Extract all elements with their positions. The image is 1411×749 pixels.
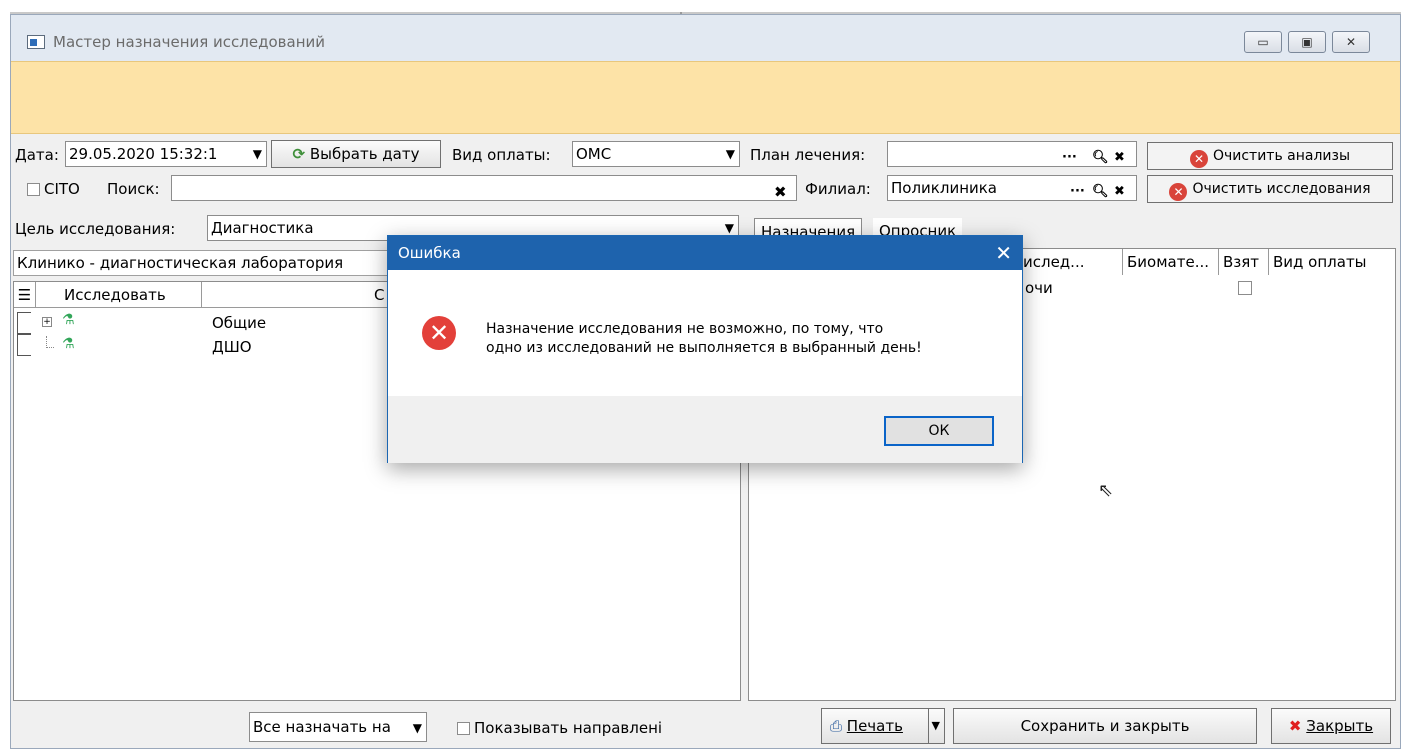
ellipsis-icon[interactable]: ··· [1070, 180, 1085, 200]
column-header-taken[interactable]: Взят [1219, 249, 1269, 275]
search-input[interactable]: ✖ [171, 175, 797, 201]
dialog-message-line1: Назначение исследования не возможно, по … [486, 321, 884, 337]
ellipsis-icon[interactable]: ··· [1062, 146, 1077, 166]
close-button[interactable]: ✖ Закрыть [1271, 708, 1391, 744]
plan-label: План лечения: [750, 146, 866, 164]
purpose-value: Диагностика [211, 219, 314, 237]
column-header-study[interactable]: Исследовать [36, 282, 202, 307]
payment-value: ОМС [576, 145, 612, 163]
row-study: очи [1025, 279, 1053, 297]
clear-icon[interactable]: ✖ [1114, 180, 1125, 200]
print-label: Печать [846, 717, 903, 735]
date-value: 29.05.2020 15:32:1 [69, 145, 218, 163]
tree-line [46, 336, 54, 348]
purpose-label: Цель исследования: [15, 220, 176, 238]
save-close-button[interactable]: Сохранить и закрыть [953, 708, 1257, 744]
choose-date-label: Выбрать дату [309, 145, 420, 163]
cito-checkbox[interactable]: CITO [27, 180, 80, 198]
notification-bar [11, 61, 1400, 134]
error-dialog: Ошибка ✕ ✕ Назначение исследования не во… [387, 235, 1023, 463]
close-icon[interactable]: ✕ [995, 236, 1012, 270]
flask-icon: ⚗ [62, 312, 75, 328]
chevron-down-icon: ▼ [412, 721, 422, 735]
chevron-down-icon: ▼ [252, 147, 262, 161]
error-icon: ✕ [422, 316, 456, 350]
columns-menu-icon[interactable]: ☰ [14, 282, 36, 307]
cito-label: CITO [44, 180, 80, 198]
dialog-message: Назначение исследования не возможно, по … [486, 320, 922, 358]
clear-search-icon[interactable]: ✖ [774, 180, 787, 200]
flask-icon: ⚗ [62, 336, 75, 352]
title-bar: Мастер назначения исследований ▭ ▣ ✕ [11, 15, 1400, 61]
print-button[interactable]: ⎙ Печать ▼ [821, 708, 945, 744]
row-name: ДШО [212, 338, 252, 356]
row-name: Общие [212, 314, 267, 332]
refresh-icon: ⟳ [292, 145, 306, 163]
minimize-button[interactable]: ▭ [1244, 31, 1282, 53]
search-label: Поиск: [107, 180, 160, 198]
search-icon[interactable]: 🔍︎ [1092, 180, 1109, 200]
branch-value: Поликлиника [891, 179, 997, 197]
close-icon: ✖ [1288, 717, 1302, 735]
show-referrals-label: Показывать направлені [474, 719, 663, 737]
branch-field[interactable]: Поликлиника ··· 🔍︎ ✖ [887, 175, 1137, 201]
lab-value: Клинико - диагностическая лаборатория [17, 254, 344, 272]
mouse-cursor-icon: ⇖ [1098, 480, 1114, 501]
clear-studies-button[interactable]: ✕ Очистить исследования [1147, 175, 1393, 203]
row-selector[interactable] [17, 312, 31, 334]
date-label: Дата: [15, 146, 59, 164]
chevron-down-icon[interactable]: ▼ [927, 709, 940, 743]
clear-studies-label: Очистить исследования [1192, 181, 1371, 197]
show-referrals-checkbox[interactable]: Показывать направлені [457, 719, 662, 737]
column-header-payment[interactable]: Вид оплаты [1269, 249, 1395, 275]
ok-button[interactable]: ОК [884, 416, 994, 446]
close-window-button[interactable]: ✕ [1332, 31, 1370, 53]
payment-label: Вид оплаты: [452, 146, 551, 164]
expand-icon[interactable]: + [42, 317, 52, 327]
printer-icon: ⎙ [830, 717, 843, 735]
dialog-title-bar: Ошибка ✕ [388, 236, 1022, 270]
search-icon[interactable]: 🔍︎ [1092, 146, 1109, 166]
dialog-title: Ошибка [398, 244, 461, 262]
window-title: Мастер назначения исследований [53, 33, 325, 51]
assign-all-select[interactable]: Все назначать на ▼ [249, 712, 427, 742]
maximize-icon: ▣ [1301, 35, 1313, 49]
clear-icon: ✕ [1169, 183, 1188, 201]
minimize-icon: ▭ [1257, 35, 1269, 49]
payment-select[interactable]: ОМС ▼ [572, 141, 740, 167]
plan-field[interactable]: ··· 🔍︎ ✖ [887, 141, 1137, 167]
column-header-biomaterial[interactable]: Биомате... [1123, 249, 1219, 275]
dialog-message-line2: одно из исследований не выполняется в вы… [486, 340, 922, 356]
checkbox-icon [27, 183, 40, 196]
clear-analyses-label: Очистить анализы [1212, 148, 1351, 164]
save-close-label: Сохранить и закрыть [1020, 717, 1190, 735]
choose-date-button[interactable]: ⟳ Выбрать дату [271, 140, 441, 168]
clear-icon[interactable]: ✖ [1114, 146, 1125, 166]
checkbox-icon [457, 722, 470, 735]
close-label: Закрыть [1306, 717, 1374, 735]
app-icon [27, 35, 45, 49]
row-selector[interactable] [17, 334, 31, 356]
clear-icon: ✕ [1189, 150, 1208, 168]
close-icon: ✕ [1345, 35, 1357, 49]
branch-label: Филиал: [805, 180, 871, 198]
chevron-down-icon: ▼ [725, 147, 735, 161]
date-picker[interactable]: 29.05.2020 15:32:1 ▼ [65, 141, 267, 167]
maximize-button[interactable]: ▣ [1288, 31, 1326, 53]
assign-all-label: Все назначать на [253, 718, 391, 736]
taken-checkbox[interactable] [1238, 281, 1252, 295]
clear-analyses-button[interactable]: ✕ Очистить анализы [1147, 142, 1393, 170]
